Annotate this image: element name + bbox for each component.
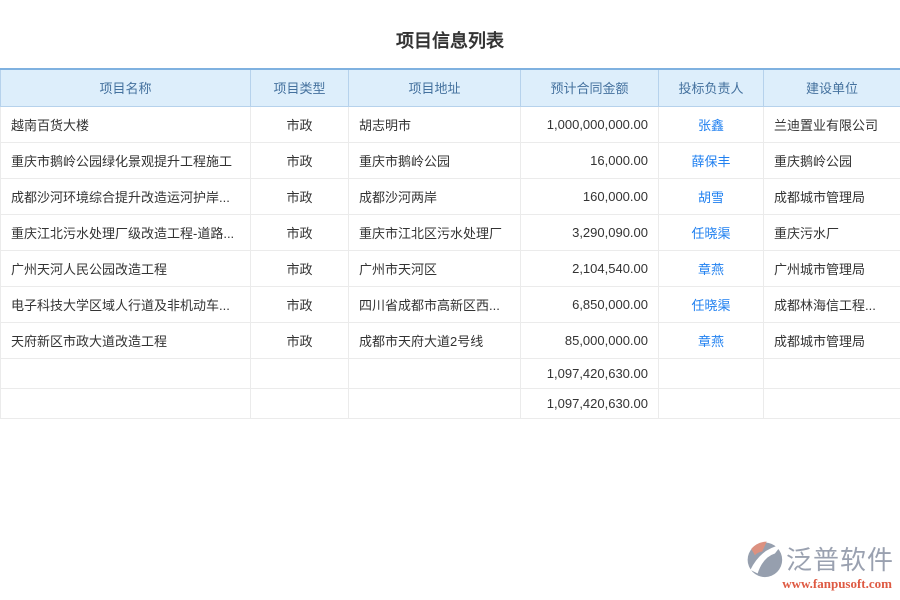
summary-cell-bid-leader	[659, 388, 764, 418]
cell-construction-unit: 重庆污水厂	[764, 214, 900, 250]
summary-cell-contract-amount: 1,097,420,630.00	[521, 358, 659, 388]
cell-project-address: 胡志明市	[349, 106, 521, 142]
table-row: 重庆市鹅岭公园绿化景观提升工程施工市政重庆市鹅岭公园16,000.00 薛保丰 重庆…	[1, 142, 900, 178]
cell-project-name: 成都沙河环境综合提升改造运河护岸...	[1, 178, 251, 214]
vendor-logo[interactable]: 泛普软件 www.fanpusoft.com	[744, 538, 894, 592]
cell-contract-amount: 16,000.00	[521, 142, 659, 178]
summary-cell-project-address	[349, 388, 521, 418]
column-header-project-type: 项目类型	[251, 69, 349, 106]
page-title: 项目信息列表	[0, 0, 900, 68]
cell-project-address: 广州市天河区	[349, 250, 521, 286]
cell-bid-leader: 薛保丰	[659, 142, 764, 178]
page: 项目信息列表 项目名称项目类型项目地址预计合同金额投标负责人建设单位 越南百货大…	[0, 0, 900, 419]
bid-leader-link[interactable]: 张鑫	[698, 118, 724, 133]
summary-row: 1,097,420,630.00	[1, 388, 900, 418]
table-row: 成都沙河环境综合提升改造运河护岸...市政成都沙河两岸160,000.00 胡雪 成…	[1, 178, 900, 214]
cell-project-name: 越南百货大楼	[1, 106, 251, 142]
table-header: 项目名称项目类型项目地址预计合同金额投标负责人建设单位	[1, 69, 900, 106]
summary-cell-project-type	[251, 388, 349, 418]
bid-leader-link[interactable]: 任晓渠	[691, 298, 730, 313]
table-row: 越南百货大楼市政胡志明市1,000,000,000.00 张鑫 兰迪置业有限公司	[1, 106, 900, 142]
cell-project-name: 重庆市鹅岭公园绿化景观提升工程施工	[1, 142, 251, 178]
cell-bid-leader: 胡雪	[659, 178, 764, 214]
vendor-website-link[interactable]: www.fanpusoft.com	[782, 576, 894, 592]
summary-row: 1,097,420,630.00	[1, 358, 900, 388]
cell-project-address: 成都市天府大道2号线	[349, 322, 521, 358]
bid-leader-link[interactable]: 章燕	[698, 262, 724, 277]
summary-cell-project-address	[349, 358, 521, 388]
cell-project-type: 市政	[251, 286, 349, 322]
table-header-row: 项目名称项目类型项目地址预计合同金额投标负责人建设单位	[1, 69, 900, 106]
column-header-project-address: 项目地址	[349, 69, 521, 106]
vendor-brand-name: 泛普软件	[786, 540, 894, 577]
column-header-bid-leader: 投标负责人	[659, 69, 764, 106]
cell-construction-unit: 成都林海信工程...	[764, 286, 900, 322]
cell-project-name: 广州天河人民公园改造工程	[1, 250, 251, 286]
summary-cell-project-type	[251, 358, 349, 388]
summary-cell-bid-leader	[659, 358, 764, 388]
cell-project-address: 成都沙河两岸	[349, 178, 521, 214]
column-header-contract-amount: 预计合同金额	[521, 69, 659, 106]
cell-contract-amount: 160,000.00	[521, 178, 659, 214]
column-header-construction-unit: 建设单位	[764, 69, 900, 106]
vendor-brand-row: 泛普软件	[744, 538, 894, 578]
summary-cell-construction-unit	[764, 358, 900, 388]
cell-construction-unit: 成都城市管理局	[764, 178, 900, 214]
cell-bid-leader: 任晓渠	[659, 214, 764, 250]
cell-bid-leader: 张鑫	[659, 106, 764, 142]
bid-leader-link[interactable]: 薛保丰	[691, 154, 730, 169]
cell-construction-unit: 兰迪置业有限公司	[764, 106, 900, 142]
cell-contract-amount: 6,850,000.00	[521, 286, 659, 322]
project-info-table: 项目名称项目类型项目地址预计合同金额投标负责人建设单位 越南百货大楼市政胡志明市…	[0, 68, 900, 419]
cell-bid-leader: 章燕	[659, 322, 764, 358]
cell-project-name: 电子科技大学区域人行道及非机动车...	[1, 286, 251, 322]
cell-contract-amount: 2,104,540.00	[521, 250, 659, 286]
bid-leader-link[interactable]: 章燕	[698, 334, 724, 349]
summary-cell-project-name	[1, 358, 251, 388]
cell-project-address: 重庆市鹅岭公园	[349, 142, 521, 178]
bid-leader-link[interactable]: 胡雪	[698, 190, 724, 205]
table-row: 广州天河人民公园改造工程市政广州市天河区2,104,540.00 章燕 广州城市管理…	[1, 250, 900, 286]
cell-project-type: 市政	[251, 178, 349, 214]
bid-leader-link[interactable]: 任晓渠	[691, 226, 730, 241]
cell-bid-leader: 章燕	[659, 250, 764, 286]
table-row: 电子科技大学区域人行道及非机动车...市政四川省成都市高新区西...6,850,…	[1, 286, 900, 322]
cell-project-address: 四川省成都市高新区西...	[349, 286, 521, 322]
cell-bid-leader: 任晓渠	[659, 286, 764, 322]
summary-cell-contract-amount: 1,097,420,630.00	[521, 388, 659, 418]
cell-project-type: 市政	[251, 322, 349, 358]
cell-construction-unit: 重庆鹅岭公园	[764, 142, 900, 178]
cell-construction-unit: 广州城市管理局	[764, 250, 900, 286]
cell-contract-amount: 1,000,000,000.00	[521, 106, 659, 142]
cell-contract-amount: 3,290,090.00	[521, 214, 659, 250]
column-header-project-name: 项目名称	[1, 69, 251, 106]
cell-project-name: 重庆江北污水处理厂级改造工程-道路...	[1, 214, 251, 250]
cell-project-type: 市政	[251, 142, 349, 178]
summary-cell-project-name	[1, 388, 251, 418]
table-row: 天府新区市政大道改造工程市政成都市天府大道2号线85,000,000.00 章燕 成…	[1, 322, 900, 358]
cell-project-type: 市政	[251, 106, 349, 142]
cell-contract-amount: 85,000,000.00	[521, 322, 659, 358]
fanpu-logo-icon	[744, 538, 784, 578]
cell-project-type: 市政	[251, 214, 349, 250]
cell-construction-unit: 成都城市管理局	[764, 322, 900, 358]
table-row: 重庆江北污水处理厂级改造工程-道路...市政重庆市江北区污水处理厂3,290,0…	[1, 214, 900, 250]
summary-cell-construction-unit	[764, 388, 900, 418]
cell-project-type: 市政	[251, 250, 349, 286]
cell-project-address: 重庆市江北区污水处理厂	[349, 214, 521, 250]
cell-project-name: 天府新区市政大道改造工程	[1, 322, 251, 358]
